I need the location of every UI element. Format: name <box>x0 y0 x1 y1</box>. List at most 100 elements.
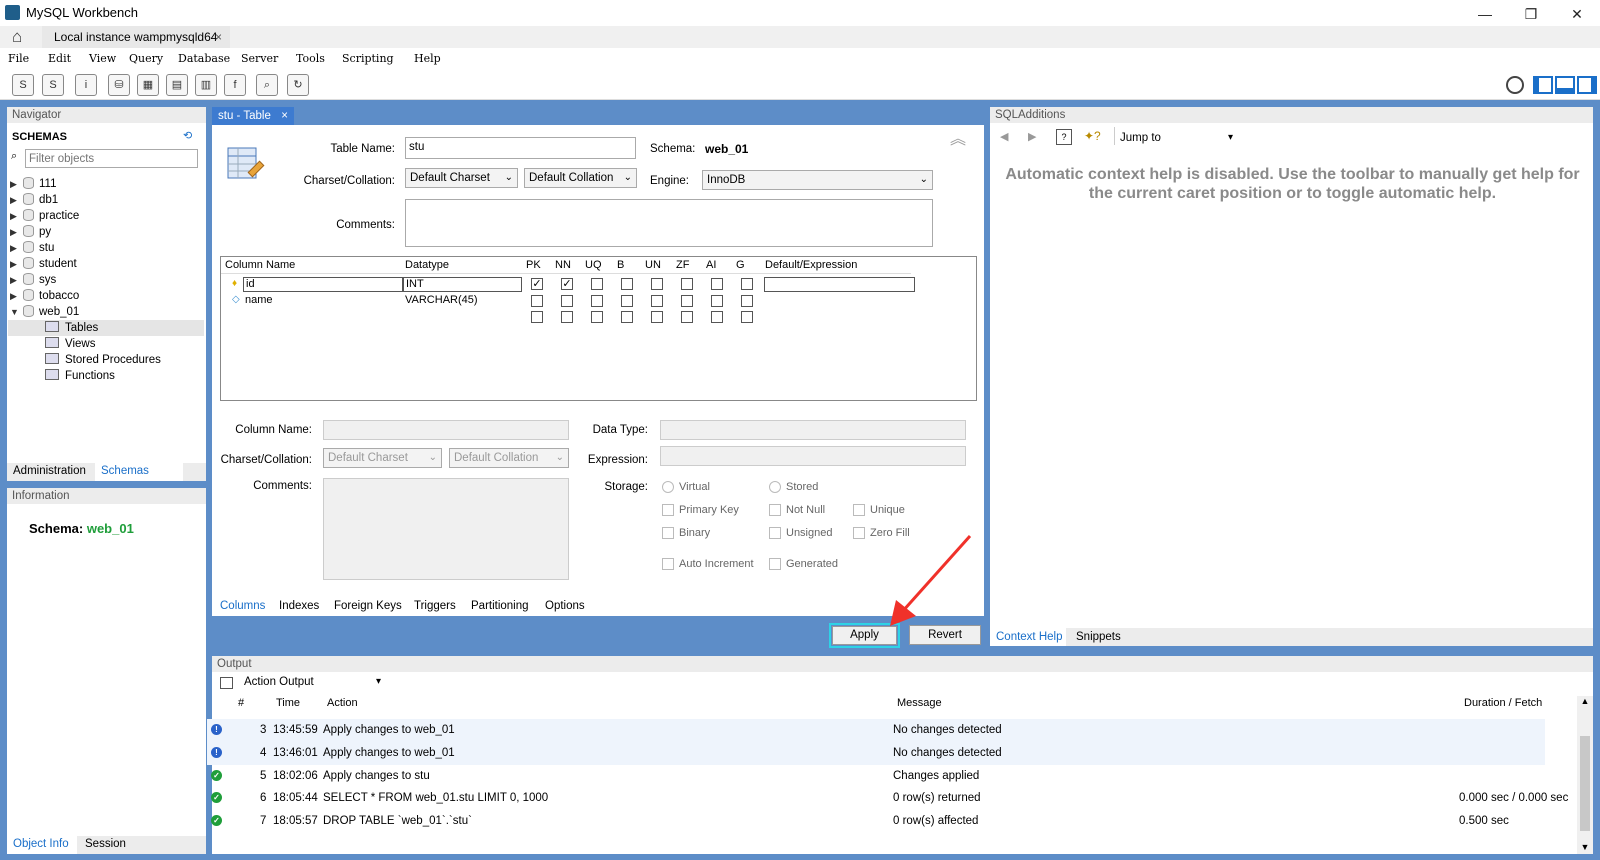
create-function-icon[interactable]: f <box>224 74 246 96</box>
auto-help-icon[interactable]: ✦? <box>1084 129 1101 143</box>
expand-arrow-icon[interactable]: ▶ <box>10 256 20 272</box>
uq-checkbox[interactable] <box>591 311 603 323</box>
tab-indexes[interactable]: Indexes <box>279 600 319 612</box>
search-table-data-icon[interactable]: ⌕ <box>256 74 278 96</box>
pk-checkbox[interactable]: ✓ <box>531 278 543 290</box>
nn-checkbox[interactable] <box>561 295 573 307</box>
b-checkbox[interactable] <box>621 295 633 307</box>
tree-item-functions[interactable]: Functions <box>45 368 115 384</box>
output-row[interactable]: ✓ 6 18:05:44 SELECT * FROM web_01.stu LI… <box>207 787 1568 810</box>
charset-select[interactable]: Default Charset ⌄ <box>405 168 518 188</box>
g-checkbox[interactable] <box>741 295 753 307</box>
tab-columns[interactable]: Columns <box>220 600 265 612</box>
zf-checkbox[interactable] <box>681 295 693 307</box>
b-checkbox[interactable] <box>621 278 633 290</box>
collation-select[interactable]: Default Collation ⌄ <box>524 168 637 188</box>
un-checkbox[interactable] <box>651 311 663 323</box>
tree-item-stored-procedures[interactable]: Stored Procedures <box>45 352 161 368</box>
connection-tab[interactable]: Local instance wampmysqld64 × <box>42 26 230 48</box>
menu-help[interactable]: Help <box>414 52 441 65</box>
create-procedure-icon[interactable]: ▥ <box>195 74 217 96</box>
table-comments-textarea[interactable] <box>405 199 933 247</box>
menu-database[interactable]: Database <box>178 52 230 65</box>
tab-schemas[interactable]: Schemas <box>101 465 149 477</box>
nn-checkbox[interactable]: ✓ <box>561 278 573 290</box>
uq-checkbox[interactable] <box>591 295 603 307</box>
menu-view[interactable]: View <box>89 52 116 65</box>
menu-tools[interactable]: Tools <box>296 52 325 65</box>
jump-to-select[interactable]: Jump to ▾ <box>1116 129 1237 148</box>
menu-scripting[interactable]: Scripting <box>342 52 394 65</box>
schema-item-student[interactable]: ▶ student <box>10 256 77 272</box>
schema-item-web_01[interactable]: ▼ web_01 <box>10 304 79 320</box>
tab-administration[interactable]: Administration <box>13 465 86 477</box>
datatype-cell[interactable]: VARCHAR(45) <box>405 294 478 306</box>
close-tab-icon[interactable]: × <box>215 26 222 48</box>
home-icon[interactable]: ⌂ <box>12 28 22 46</box>
g-checkbox[interactable] <box>741 278 753 290</box>
column-name-cell[interactable]: name <box>245 294 273 306</box>
create-table-icon[interactable]: ▦ <box>137 74 159 96</box>
tab-options[interactable]: Options <box>545 600 585 612</box>
expand-arrow-icon[interactable]: ▶ <box>10 272 20 288</box>
un-checkbox[interactable] <box>651 295 663 307</box>
schema-item-sys[interactable]: ▶ sys <box>10 272 56 288</box>
g-checkbox[interactable] <box>741 311 753 323</box>
default-expression-cell[interactable] <box>764 277 915 292</box>
datatype-cell[interactable]: INT <box>403 277 522 292</box>
schema-item-py[interactable]: ▶ py <box>10 224 51 240</box>
schema-item-stu[interactable]: ▶ stu <box>10 240 54 256</box>
tab-partitioning[interactable]: Partitioning <box>471 600 529 612</box>
ai-checkbox[interactable] <box>711 295 723 307</box>
toggle-secondary-sidebar-icon[interactable] <box>1577 76 1597 94</box>
collapse-header-icon[interactable]: ︽ <box>950 132 966 148</box>
expand-arrow-icon[interactable]: ▶ <box>10 224 20 240</box>
column-name-cell[interactable]: id <box>243 277 403 292</box>
schema-item-practice[interactable]: ▶ practice <box>10 208 79 224</box>
schema-item-tobacco[interactable]: ▶ tobacco <box>10 288 79 304</box>
copy-output-icon[interactable] <box>220 677 233 689</box>
ai-checkbox[interactable] <box>711 278 723 290</box>
schema-item-db1[interactable]: ▶ db1 <box>10 192 58 208</box>
menu-server[interactable]: Server <box>241 52 278 65</box>
manual-help-icon[interactable]: ? <box>1056 129 1072 145</box>
output-scrollbar[interactable]: ▲ ▼ <box>1577 696 1593 854</box>
toggle-sidebar-icon[interactable] <box>1533 76 1553 94</box>
scroll-down-icon[interactable]: ▼ <box>1577 842 1593 852</box>
schema-item-111[interactable]: ▶ 111 <box>10 176 56 192</box>
expand-arrow-icon[interactable]: ▶ <box>10 176 20 192</box>
back-arrow-icon[interactable]: ◀ <box>1000 130 1008 143</box>
scrollbar-thumb[interactable] <box>1580 736 1590 831</box>
nn-checkbox[interactable] <box>561 311 573 323</box>
settings-gear-icon[interactable] <box>1506 76 1524 94</box>
expand-arrow-icon[interactable]: ▶ <box>10 208 20 224</box>
create-view-icon[interactable]: ▤ <box>166 74 188 96</box>
close-editor-tab-icon[interactable]: × <box>281 107 288 125</box>
zf-checkbox[interactable] <box>681 278 693 290</box>
create-schema-icon[interactable]: ⛁ <box>108 74 130 96</box>
output-row[interactable]: ! 3 13:45:59 Apply changes to web_01 No … <box>207 719 1545 742</box>
filter-objects-input[interactable] <box>25 149 198 168</box>
output-type-select[interactable]: Action Output ▾ <box>240 673 385 694</box>
toggle-output-icon[interactable] <box>1555 76 1575 94</box>
collapse-arrow-icon[interactable]: ▼ <box>10 304 20 320</box>
editor-tab[interactable]: stu - Table × <box>212 107 294 125</box>
tab-snippets[interactable]: Snippets <box>1076 631 1121 643</box>
reconnect-icon[interactable]: ↻ <box>287 74 309 96</box>
pk-checkbox[interactable] <box>531 311 543 323</box>
open-sql-script-icon[interactable]: S <box>42 74 64 96</box>
engine-select[interactable]: InnoDB ⌄ <box>702 170 933 190</box>
output-row[interactable]: ✓ 5 18:02:06 Apply changes to stu Change… <box>207 765 1545 788</box>
b-checkbox[interactable] <box>621 311 633 323</box>
scroll-up-icon[interactable]: ▲ <box>1577 696 1593 706</box>
zf-checkbox[interactable] <box>681 311 693 323</box>
tab-session[interactable]: Session <box>85 838 126 850</box>
tree-item-views[interactable]: Views <box>45 336 95 352</box>
minimize-button[interactable]: — <box>1462 0 1508 26</box>
output-row[interactable]: ✓ 7 18:05:57 DROP TABLE `web_01`.`stu` 0… <box>207 810 1545 833</box>
new-sql-tab-icon[interactable]: S <box>12 74 34 96</box>
output-row[interactable]: ! 4 13:46:01 Apply changes to web_01 No … <box>207 742 1545 765</box>
refresh-schemas-icon[interactable]: ⟲ <box>183 129 192 142</box>
expand-arrow-icon[interactable]: ▶ <box>10 288 20 304</box>
restore-button[interactable]: ❐ <box>1508 0 1554 26</box>
